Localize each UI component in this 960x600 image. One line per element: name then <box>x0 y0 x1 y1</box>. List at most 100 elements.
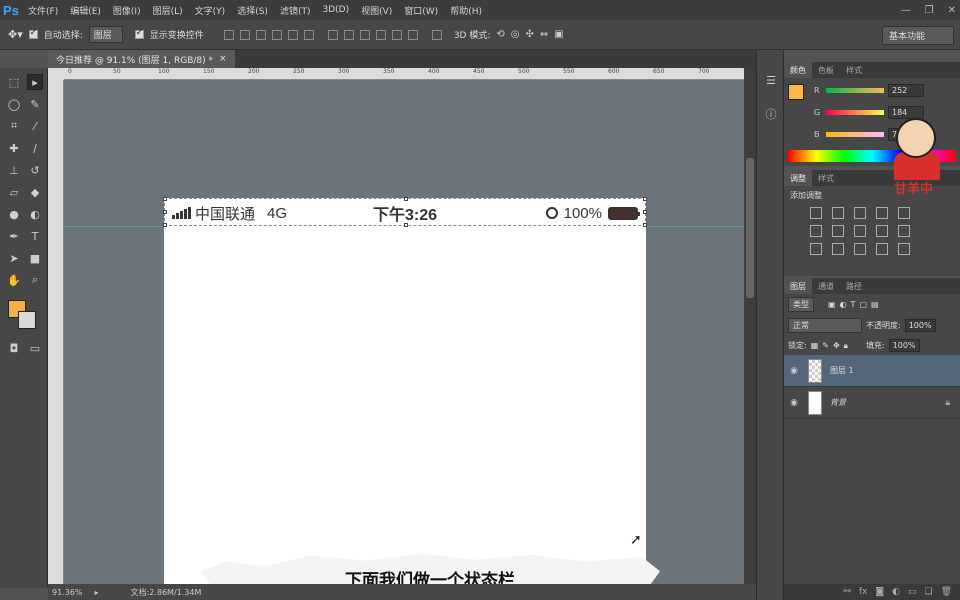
red-value[interactable]: 252 <box>888 84 924 97</box>
healing-tool-icon[interactable]: ✚ <box>6 140 22 156</box>
menu-window[interactable]: 窗口(W) <box>398 4 444 17</box>
lasso-tool-icon[interactable]: ◯ <box>6 96 22 112</box>
group-icon[interactable]: ▭ <box>908 587 917 597</box>
history-brush-icon[interactable]: ↺ <box>27 162 43 178</box>
levels-icon[interactable] <box>832 207 844 219</box>
menu-file[interactable]: 文件(F) <box>22 4 64 17</box>
transform-handle[interactable] <box>643 210 647 214</box>
document-artboard[interactable]: 中国联通 4G 下午3:26 100% ➚ <box>163 197 647 584</box>
marquee-tool-icon[interactable]: ⬚ <box>6 74 22 90</box>
menu-view[interactable]: 视图(V) <box>355 4 398 17</box>
history-panel-icon[interactable]: ☰ <box>763 72 779 88</box>
distribute-hcenter-icon[interactable] <box>391 29 402 40</box>
blur-tool-icon[interactable]: ● <box>6 206 22 222</box>
restore-icon[interactable]: ❐ <box>925 5 934 16</box>
3d-slide-icon[interactable]: ⇔ <box>540 29 548 40</box>
filter-adjust-icon[interactable]: ◐ <box>840 300 847 309</box>
black-white-icon[interactable] <box>854 225 866 237</box>
menu-type[interactable]: 文字(Y) <box>189 4 232 17</box>
adjustment-layer-icon[interactable]: ◐ <box>892 587 900 597</box>
transform-handle[interactable] <box>643 197 647 201</box>
curves-icon[interactable] <box>854 207 866 219</box>
red-slider[interactable] <box>826 88 884 93</box>
align-bottom-icon[interactable] <box>255 29 266 40</box>
canvas-area[interactable]: 中国联通 4G 下午3:26 100% ➚ <box>64 80 744 584</box>
distribute-left-icon[interactable] <box>375 29 386 40</box>
layer-name[interactable]: 背景 <box>830 397 846 408</box>
info-arrow-icon[interactable]: ▸ <box>95 588 99 597</box>
info-panel-icon[interactable]: ⓘ <box>763 106 779 122</box>
fx-icon[interactable]: fx <box>859 587 868 597</box>
fill-value[interactable]: 100% <box>888 339 920 352</box>
vibrance-icon[interactable] <box>898 207 910 219</box>
quick-mask-icon[interactable]: ◘ <box>6 340 22 356</box>
zoom-level[interactable]: 91.36% <box>52 588 83 597</box>
tab-layers[interactable]: 图层 <box>784 278 812 294</box>
eraser-tool-icon[interactable]: ▱ <box>6 184 22 200</box>
distribute-vcenter-icon[interactable] <box>343 29 354 40</box>
scrollbar-thumb[interactable] <box>746 158 754 298</box>
show-transform-checkbox[interactable] <box>134 28 144 39</box>
auto-align-icon[interactable] <box>431 29 442 40</box>
screen-mode-icon[interactable]: ▭ <box>27 340 43 356</box>
lock-pixels-icon[interactable]: ✎ <box>822 341 829 350</box>
color-balance-icon[interactable] <box>832 225 844 237</box>
blend-mode-dropdown[interactable]: 正常 <box>788 318 862 333</box>
menu-3d[interactable]: 3D(D) <box>316 5 355 15</box>
lock-transparent-icon[interactable]: ▦ <box>811 341 819 350</box>
move-tool-icon[interactable]: ▸ <box>27 74 43 90</box>
selective-color-icon[interactable] <box>898 243 910 255</box>
transform-bounding-box[interactable] <box>163 197 647 227</box>
exposure-icon[interactable] <box>876 207 888 219</box>
auto-select-checkbox[interactable] <box>28 28 38 39</box>
move-tool-icon[interactable]: ✥▾ <box>8 28 23 41</box>
menu-edit[interactable]: 编辑(E) <box>64 4 107 17</box>
transform-handle[interactable] <box>643 223 647 227</box>
path-select-icon[interactable]: ➤ <box>6 250 22 266</box>
lock-all-icon[interactable]: 🔒︎ <box>844 341 848 351</box>
3d-rotate-icon[interactable]: ⟲ <box>496 29 504 40</box>
transform-handle[interactable] <box>404 223 408 227</box>
link-icon[interactable]: ⚯ <box>843 587 851 597</box>
tab-adjustments[interactable]: 调整 <box>784 170 812 186</box>
filter-pixel-icon[interactable]: ▣ <box>828 300 836 309</box>
layer-item[interactable]: ◉ 图层 1 <box>784 355 960 387</box>
3d-pan-icon[interactable]: ✣ <box>526 29 534 40</box>
trash-icon[interactable]: 🗑︎ <box>941 587 952 597</box>
background-color-swatch[interactable] <box>18 311 36 329</box>
vertical-scrollbar[interactable] <box>744 68 756 584</box>
opacity-value[interactable]: 100% <box>904 319 936 332</box>
pen-tool-icon[interactable]: ✒ <box>6 228 22 244</box>
quick-select-tool-icon[interactable]: ✎ <box>27 96 43 112</box>
zoom-tool-icon[interactable]: ⌕ <box>27 272 43 288</box>
hue-saturation-icon[interactable] <box>810 225 822 237</box>
transform-handle[interactable] <box>163 197 167 201</box>
tab-color[interactable]: 颜色 <box>784 62 812 78</box>
posterize-icon[interactable] <box>832 243 844 255</box>
tab-styles[interactable]: 样式 <box>840 62 868 78</box>
distribute-top-icon[interactable] <box>327 29 338 40</box>
paint-bucket-icon[interactable]: ◆ <box>27 184 43 200</box>
hand-tool-icon[interactable]: ✋ <box>6 272 22 288</box>
color-panel-foreground-swatch[interactable] <box>788 84 804 100</box>
layer-item[interactable]: ◉ 背景 🔒︎ <box>784 387 960 419</box>
layer-name[interactable]: 图层 1 <box>830 365 854 376</box>
eye-icon[interactable]: ◉ <box>784 366 804 376</box>
tab-swatches[interactable]: 色板 <box>812 62 840 78</box>
mask-icon[interactable]: ◙ <box>875 587 884 597</box>
filter-shape-icon[interactable]: ▢ <box>859 300 867 309</box>
dodge-tool-icon[interactable]: ◐ <box>27 206 43 222</box>
distribute-bottom-icon[interactable] <box>359 29 370 40</box>
align-vcenter-icon[interactable] <box>239 29 250 40</box>
3d-scale-icon[interactable]: ▣ <box>554 29 563 40</box>
align-hcenter-icon[interactable] <box>287 29 298 40</box>
stamp-tool-icon[interactable]: ⊥ <box>6 162 22 178</box>
align-right-icon[interactable] <box>303 29 314 40</box>
transform-handle[interactable] <box>163 210 167 214</box>
auto-select-dropdown[interactable]: 图层 <box>88 26 123 43</box>
document-tab[interactable]: 今日推荐 @ 91.1% (图层 1, RGB/8) * × <box>48 50 235 68</box>
close-tab-icon[interactable]: × <box>219 54 227 64</box>
brush-tool-icon[interactable]: ∕ <box>27 140 43 156</box>
shape-tool-icon[interactable]: ■ <box>27 250 43 266</box>
threshold-icon[interactable] <box>854 243 866 255</box>
